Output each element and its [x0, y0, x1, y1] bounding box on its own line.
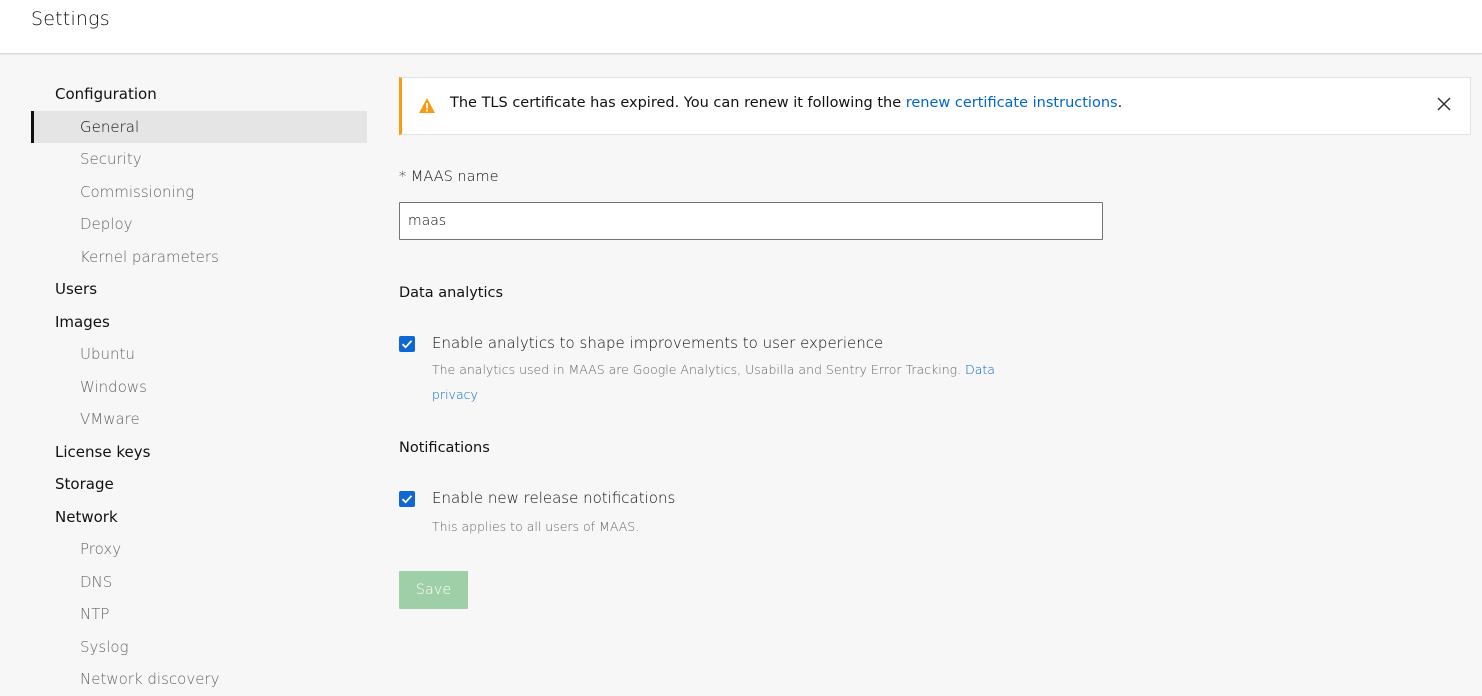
- notification-message: The TLS certificate has expired. You can…: [450, 95, 1122, 111]
- maas-name-input[interactable]: [399, 202, 1103, 240]
- analytics-help-text: The analytics used in MAAS are Google An…: [432, 357, 1007, 407]
- tls-expired-notification: The TLS certificate has expired. You can…: [399, 77, 1471, 135]
- save-button[interactable]: Save: [399, 571, 468, 609]
- sidebar-item-network[interactable]: Network: [31, 501, 367, 534]
- sidebar-item-storage[interactable]: Storage: [31, 468, 367, 501]
- notification-text: The TLS certificate has expired. You can…: [450, 95, 906, 111]
- sidebar-item-security[interactable]: Security: [31, 143, 367, 176]
- sidebar-item-deploy[interactable]: Deploy: [31, 208, 367, 241]
- maas-name-label: * MAAS name: [399, 169, 499, 185]
- checkmark-icon: [401, 495, 413, 504]
- analytics-help-body: The analytics used in MAAS are Google An…: [432, 362, 966, 377]
- sidebar-item-ubuntu[interactable]: Ubuntu: [31, 338, 367, 371]
- close-icon[interactable]: [1436, 96, 1452, 112]
- data-analytics-heading: Data analytics: [399, 285, 504, 301]
- analytics-checkbox-label[interactable]: Enable analytics to shape improvements t…: [432, 334, 883, 352]
- sidebar-item-ntp[interactable]: NTP: [31, 598, 367, 631]
- sidebar-item-vmware[interactable]: VMware: [31, 403, 367, 436]
- release-notifications-label[interactable]: Enable new release notifications: [432, 489, 675, 507]
- release-notifications-help: This applies to all users of MAAS.: [432, 519, 640, 534]
- settings-sidebar: Configuration General Security Commissionin…: [31, 78, 367, 696]
- sidebar-item-windows[interactable]: Windows: [31, 371, 367, 404]
- sidebar-item-commissioning[interactable]: Commissioning: [31, 176, 367, 209]
- page-title: Settings: [31, 8, 110, 30]
- page-header: Settings: [0, 0, 1482, 54]
- sidebar-item-network-discovery[interactable]: Network discovery: [31, 663, 367, 696]
- sidebar-item-configuration[interactable]: Configuration: [31, 78, 367, 111]
- warning-icon: [419, 98, 435, 113]
- notification-suffix: .: [1117, 95, 1123, 111]
- release-notifications-checkbox[interactable]: [399, 491, 415, 507]
- sidebar-item-syslog[interactable]: Syslog: [31, 631, 367, 664]
- sidebar-item-users[interactable]: Users: [31, 273, 367, 306]
- sidebar-item-general[interactable]: General: [31, 110, 367, 143]
- sidebar-item-dns[interactable]: DNS: [31, 566, 367, 599]
- sidebar-item-images[interactable]: Images: [31, 306, 367, 339]
- sidebar-item-kernel-parameters[interactable]: Kernel parameters: [31, 241, 367, 274]
- renew-certificate-link[interactable]: renew certificate instructions: [906, 95, 1118, 111]
- checkmark-icon: [401, 340, 413, 349]
- sidebar-item-license-keys[interactable]: License keys: [31, 436, 367, 469]
- sidebar-item-proxy[interactable]: Proxy: [31, 533, 367, 566]
- analytics-checkbox[interactable]: [399, 336, 415, 352]
- notifications-heading: Notifications: [399, 440, 490, 456]
